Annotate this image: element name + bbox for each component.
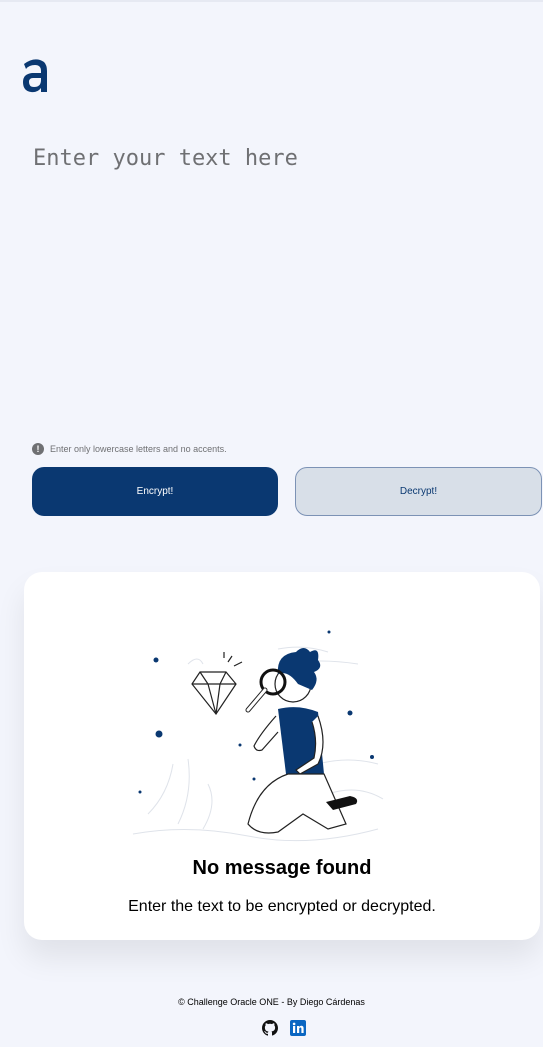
footer-links — [262, 1020, 306, 1036]
decrypt-button[interactable]: Decrypt! — [295, 467, 542, 516]
top-border — [0, 0, 543, 2]
input-hint: ! Enter only lowercase letters and no ac… — [32, 443, 227, 455]
output-panel: No message found Enter the text to be en… — [24, 572, 540, 940]
encrypt-button[interactable]: Encrypt! — [32, 467, 278, 516]
linkedin-icon[interactable] — [290, 1020, 306, 1036]
github-icon[interactable] — [262, 1020, 278, 1036]
message-input[interactable] — [33, 146, 513, 416]
hint-text: Enter only lowercase letters and no acce… — [50, 444, 227, 454]
empty-state-title: No message found — [192, 857, 372, 879]
search-illustration — [132, 630, 384, 842]
alura-logo[interactable] — [20, 54, 50, 94]
exclamation-icon: ! — [32, 443, 44, 455]
empty-state-subtitle: Enter the text to be encrypted or decryp… — [128, 898, 436, 915]
footer-credit: © Challenge Oracle ONE - By Diego Cárden… — [178, 997, 365, 1007]
